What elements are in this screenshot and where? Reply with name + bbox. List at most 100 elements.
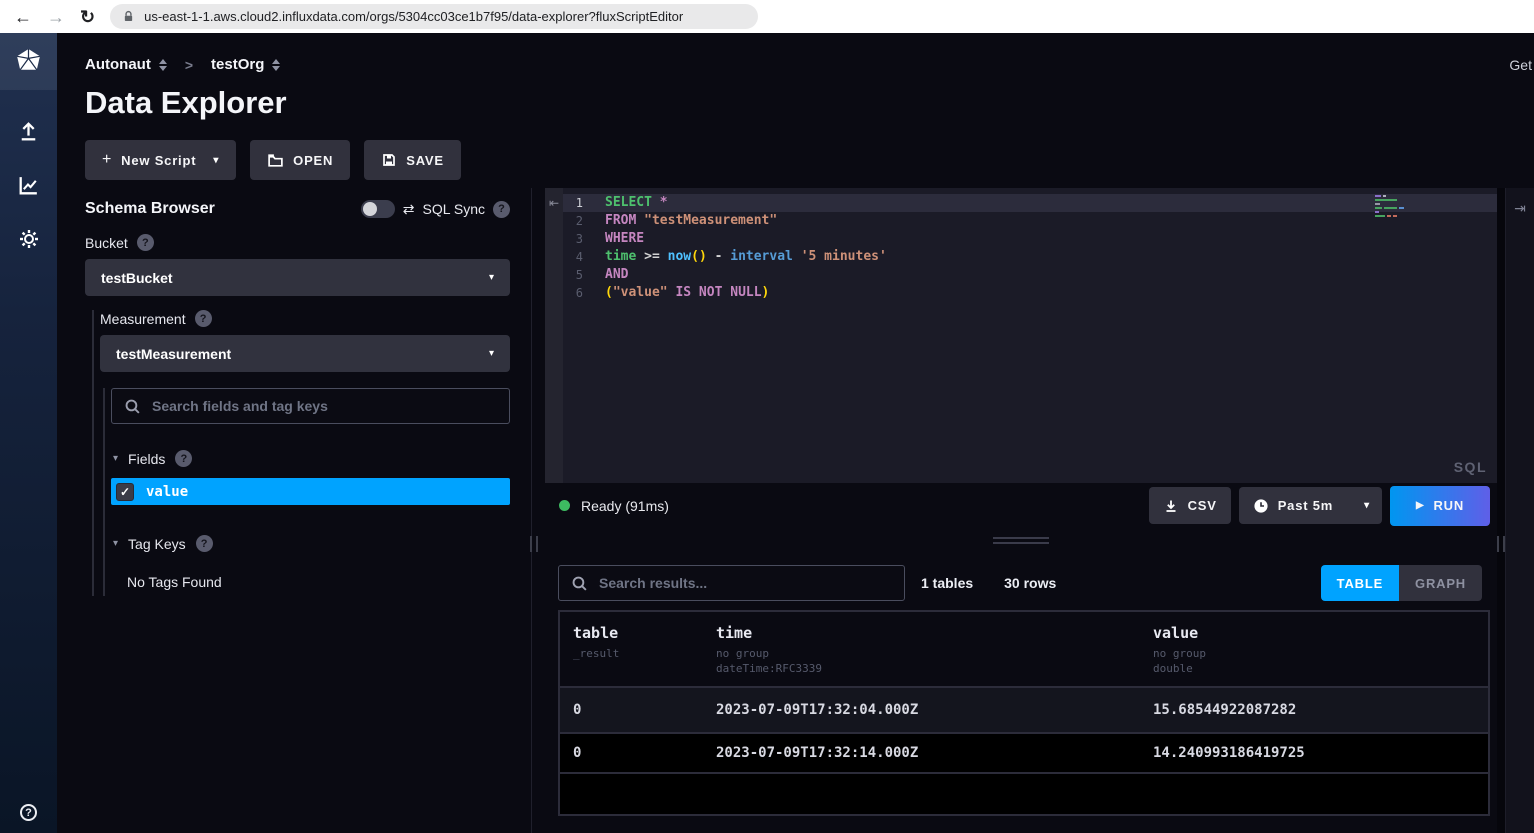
- table-cell: 0: [560, 745, 716, 761]
- sql-sync-icon: ⇄: [403, 201, 415, 218]
- page-title: Data Explorer: [85, 83, 1534, 123]
- table-cell: 2023-07-09T17:32:14.000Z: [716, 745, 1153, 761]
- measurement-label: Measurement: [100, 311, 186, 327]
- results-table: table_resulttimeno groupdateTime:RFC3339…: [558, 610, 1490, 816]
- new-script-label: New Script: [121, 153, 196, 168]
- results-search-placeholder: Search results...: [599, 575, 707, 591]
- toggle-knob: [363, 202, 377, 216]
- breadcrumb-suborg[interactable]: testOrg: [211, 56, 264, 73]
- sql-sync-toggle[interactable]: [361, 200, 395, 218]
- code-line[interactable]: SELECT *: [605, 194, 1497, 212]
- fields-label: Fields: [128, 451, 165, 467]
- influxdb-logo-icon: [15, 48, 42, 75]
- editor-minimap[interactable]: [1375, 195, 1409, 219]
- measurement-help-icon[interactable]: ?: [195, 310, 212, 327]
- lock-icon: [122, 10, 135, 23]
- save-label: SAVE: [406, 153, 444, 168]
- status-dot: [559, 500, 570, 511]
- fields-help-icon[interactable]: ?: [175, 450, 192, 467]
- code-line[interactable]: WHERE: [605, 230, 1497, 248]
- tag-keys-help-icon[interactable]: ?: [196, 535, 213, 552]
- editor-results-splitter[interactable]: [545, 528, 1497, 554]
- code-line[interactable]: time >= now() - interval '5 minutes': [605, 248, 1497, 266]
- expand-right-icon[interactable]: ⇥: [1514, 200, 1526, 833]
- run-button[interactable]: ▶ RUN: [1390, 486, 1490, 526]
- browser-forward-icon[interactable]: →: [47, 8, 65, 26]
- table-cell: 2023-07-09T17:32:04.000Z: [716, 702, 1153, 718]
- table-row[interactable]: 02023-07-09T17:32:14.000Z14.240993186419…: [560, 734, 1488, 774]
- line-number: 6: [563, 284, 591, 302]
- field-value-label: value: [146, 484, 188, 500]
- influxdb-logo[interactable]: [0, 33, 57, 90]
- results-search-input[interactable]: Search results...: [558, 565, 905, 601]
- right-panel-splitter[interactable]: [1497, 188, 1505, 833]
- table-cell: 14.240993186419725: [1153, 745, 1488, 761]
- table-view-tab[interactable]: TABLE: [1321, 565, 1399, 601]
- org-switcher-icon[interactable]: [159, 59, 167, 71]
- new-script-button[interactable]: + New Script ▾: [85, 140, 236, 180]
- splitter-handle[interactable]: [1497, 536, 1505, 552]
- table-cell: 0: [560, 702, 716, 718]
- right-panel-collapsed: ⇥: [1505, 188, 1534, 833]
- editor-gutter: 123456: [563, 188, 591, 483]
- breadcrumb-separator-icon: >: [185, 57, 193, 73]
- language-badge: SQL: [1454, 459, 1487, 475]
- fields-search-input[interactable]: Search fields and tag keys: [111, 388, 510, 424]
- get-link[interactable]: Get: [1509, 57, 1532, 73]
- suborg-switcher-icon[interactable]: [272, 59, 280, 71]
- folder-icon: [267, 152, 284, 169]
- measurement-dropdown[interactable]: testMeasurement ▾: [100, 335, 510, 372]
- tag-keys-collapse-icon[interactable]: ▾: [113, 538, 118, 549]
- nav-settings[interactable]: [17, 227, 41, 251]
- sql-sync-help-icon[interactable]: ?: [493, 201, 510, 218]
- download-icon: [1163, 498, 1179, 514]
- code-line[interactable]: AND: [605, 266, 1497, 284]
- bucket-dropdown[interactable]: testBucket ▾: [85, 259, 510, 296]
- fields-collapse-icon[interactable]: ▾: [113, 453, 118, 464]
- query-status-bar: Ready (91ms) CSV: [545, 483, 1497, 528]
- results-panel: Search results... 1 tables 30 rows TABLE…: [545, 554, 1497, 833]
- tables-count: 1 tables: [921, 575, 973, 591]
- browser-url-bar[interactable]: us-east-1-1.aws.cloud2.influxdata.com/or…: [110, 4, 758, 29]
- schema-browser-panel: Schema Browser ⇄ SQL Sync ? Bucket ? tes…: [57, 188, 525, 833]
- graph-view-tab[interactable]: GRAPH: [1399, 565, 1482, 601]
- nav-load-data[interactable]: [16, 119, 41, 144]
- schema-editor-splitter[interactable]: [525, 188, 545, 833]
- field-value-item[interactable]: ✓ value: [111, 478, 510, 505]
- query-status-text: Ready (91ms): [581, 498, 669, 514]
- code-lines[interactable]: SELECT *FROM "testMeasurement"WHEREtime …: [591, 188, 1497, 483]
- play-icon: ▶: [1416, 500, 1425, 511]
- code-line[interactable]: FROM "testMeasurement": [605, 212, 1497, 230]
- browser-refresh-icon[interactable]: ↻: [80, 8, 95, 26]
- line-number: 5: [563, 266, 591, 284]
- line-number: 3: [563, 230, 591, 248]
- line-number: 1: [563, 194, 591, 212]
- results-table-header: table_resulttimeno groupdateTime:RFC3339…: [560, 612, 1488, 688]
- open-button[interactable]: OPEN: [250, 140, 350, 180]
- save-icon: [381, 152, 397, 168]
- collapse-left-icon[interactable]: ⇤: [545, 188, 563, 483]
- save-button[interactable]: SAVE: [364, 140, 461, 180]
- csv-button[interactable]: CSV: [1149, 487, 1231, 524]
- sql-code-editor[interactable]: ⇤ 123456 SELECT *FROM "testMeasurement"W…: [545, 188, 1497, 483]
- time-range-label: Past 5m: [1278, 498, 1333, 513]
- splitter-handle[interactable]: [993, 537, 1049, 544]
- splitter-handle[interactable]: [530, 536, 538, 552]
- checkbox-checked-icon[interactable]: ✓: [116, 483, 134, 501]
- tag-keys-label: Tag Keys: [128, 536, 186, 552]
- chevron-down-icon: ▾: [213, 155, 219, 166]
- url-text: us-east-1-1.aws.cloud2.influxdata.com/or…: [144, 9, 683, 24]
- bucket-help-icon[interactable]: ?: [137, 234, 154, 251]
- sql-sync-label: SQL Sync: [422, 201, 485, 217]
- time-range-dropdown[interactable]: Past 5m ▾: [1239, 487, 1382, 524]
- nav-help[interactable]: ?: [20, 803, 37, 822]
- table-row[interactable]: 02023-07-09T17:32:04.000Z15.685449220872…: [560, 688, 1488, 734]
- code-line[interactable]: ("value" IS NOT NULL): [605, 284, 1497, 302]
- bucket-value: testBucket: [101, 270, 173, 286]
- upload-icon: [16, 119, 41, 144]
- nav-data-explorer[interactable]: [16, 173, 41, 198]
- chevron-down-icon: ▾: [489, 272, 494, 283]
- browser-back-icon[interactable]: ←: [14, 8, 32, 26]
- breadcrumb-org[interactable]: Autonaut: [85, 56, 151, 73]
- breadcrumb: Autonaut > testOrg Get: [57, 33, 1534, 73]
